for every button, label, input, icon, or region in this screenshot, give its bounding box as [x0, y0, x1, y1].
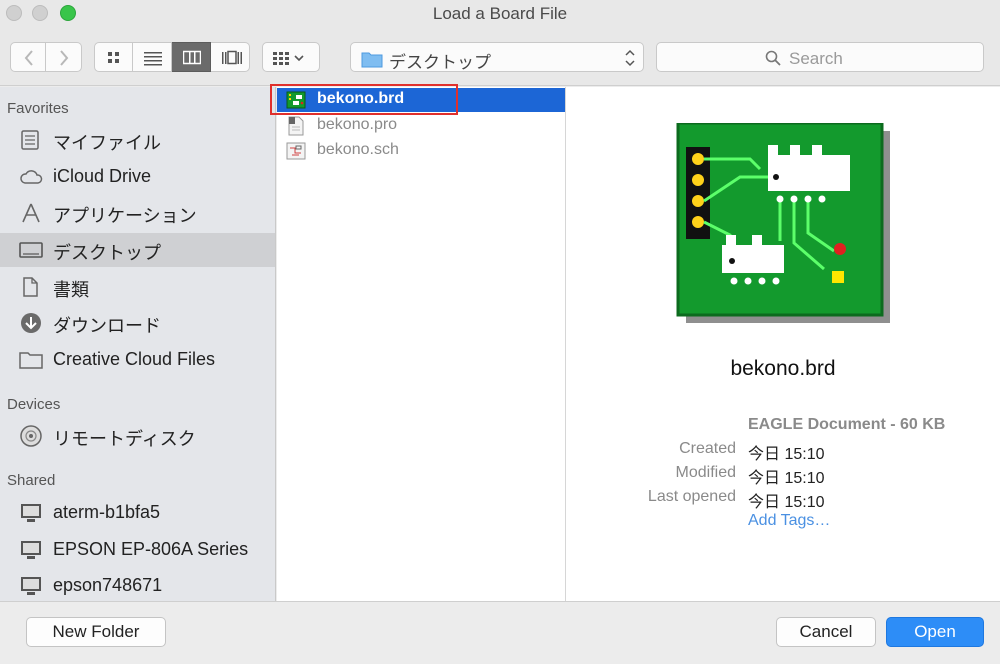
icon-view-button[interactable] [94, 42, 133, 72]
cloud-icon [20, 170, 43, 184]
sidebar-item-label: epson748671 [53, 575, 163, 595]
folder-icon [361, 52, 383, 68]
sidebar-item-label: リモートディスク [53, 429, 196, 449]
created-label: Created [679, 440, 736, 457]
downloads-icon [21, 313, 41, 333]
sidebar-item-epson-ep-806a[interactable]: EPSON EP-806A Series [0, 533, 275, 567]
open-file-dialog: Load a Board File デスクトップ Search Favorite… [0, 0, 1000, 664]
add-tags-link[interactable]: Add Tags… [748, 512, 830, 530]
applications-icon [22, 203, 40, 223]
file-name: bekono.sch [317, 141, 399, 158]
arrange-button[interactable] [262, 42, 320, 72]
sidebar-item-downloads[interactable]: ダウンロード [0, 306, 275, 340]
up-down-chevron-icon [625, 49, 635, 67]
cover-flow-view-button[interactable] [211, 42, 250, 72]
sidebar-item-creative-cloud-files[interactable]: Creative Cloud Files [0, 343, 275, 377]
open-button[interactable]: Open [886, 617, 984, 647]
file-name: bekono.brd [317, 90, 405, 107]
file-name: bekono.pro [317, 116, 398, 133]
title-bar: Load a Board File [0, 0, 1000, 30]
search-field[interactable]: Search [656, 42, 984, 72]
sidebar-item-label: EPSON EP-806A Series [53, 539, 249, 559]
view-mode-selector [94, 42, 250, 72]
board-file-icon [286, 91, 306, 109]
columns-icon [183, 50, 201, 65]
forward-button[interactable] [46, 42, 82, 72]
sidebar-item-label: aterm-b1bfa5 [53, 502, 161, 522]
last-opened-label: Last opened [647, 488, 736, 505]
sidebar-item-label: マイファイル [53, 133, 161, 153]
grid-icon [108, 52, 119, 63]
sidebar-item-label: 書類 [53, 280, 89, 300]
preview-file-name: bekono.brd [730, 357, 836, 380]
sidebar-item-epson748671[interactable]: epson748671 [0, 569, 275, 601]
my-files-icon [21, 130, 39, 150]
chevron-right-icon [60, 50, 69, 66]
sidebar-item-label: ダウンロード [53, 316, 161, 336]
created-value: 今日 15:10 [748, 446, 825, 463]
devices-heading: Devices [7, 396, 61, 413]
sidebar-item-icloud-drive[interactable]: iCloud Drive [0, 160, 275, 194]
search-icon [765, 50, 781, 66]
file-preview-pane: bekono.brd EAGLE Document - 60 KB Create… [566, 87, 1000, 601]
modified-label: Modified [675, 464, 736, 481]
back-button[interactable] [10, 42, 46, 72]
desktop-icon [19, 242, 43, 258]
board-file-preview-icon [676, 123, 890, 323]
file-row-bekono-pro[interactable]: bekono.pro [277, 114, 565, 138]
documents-icon [23, 277, 38, 297]
last-opened-value: 今日 15:10 [748, 494, 825, 511]
search-placeholder: Search [789, 49, 843, 68]
file-row-bekono-sch[interactable]: bekono.sch [277, 139, 565, 163]
schematic-file-icon [286, 142, 306, 160]
folder-icon [19, 352, 43, 369]
sidebar-item-label: iCloud Drive [53, 166, 152, 186]
window-title: Load a Board File [432, 4, 568, 23]
shared-heading: Shared [7, 472, 56, 489]
cover-flow-icon [222, 50, 242, 65]
project-file-icon [288, 116, 304, 136]
computer-icon [21, 504, 41, 522]
sidebar-item-aterm[interactable]: aterm-b1bfa5 [0, 496, 275, 530]
list-view-button[interactable] [133, 42, 172, 72]
location-popup[interactable]: デスクトップ [350, 42, 644, 72]
sidebar-item-label: デスクトップ [53, 243, 161, 263]
file-list-column: bekono.brd bekono.pro bekono.sch [277, 87, 566, 601]
sidebar-item-documents[interactable]: 書類 [0, 270, 275, 304]
location-label: デスクトップ [389, 53, 491, 72]
dialog-button-bar: New Folder Cancel Open [0, 601, 1000, 664]
preview-file-kind: EAGLE Document - 60 KB [748, 416, 946, 433]
sidebar-item-desktop[interactable]: デスクトップ [0, 233, 275, 267]
computer-icon [21, 577, 41, 595]
sidebar-item-label: アプリケーション [53, 206, 197, 226]
favorites-heading: Favorites [7, 100, 69, 117]
cancel-button[interactable]: Cancel [776, 617, 876, 647]
modified-value: 今日 15:10 [748, 470, 825, 487]
sidebar-item-remote-disc[interactable]: リモートディスク [0, 419, 275, 453]
sidebar-item-my-files[interactable]: マイファイル [0, 123, 275, 157]
chevron-left-icon [24, 50, 33, 66]
toolbar: デスクトップ Search [0, 30, 1000, 86]
sidebar-item-label: Creative Cloud Files [53, 349, 216, 369]
file-row-bekono-brd[interactable]: bekono.brd [277, 88, 565, 112]
computer-icon [21, 541, 41, 559]
remote-disc-icon [20, 425, 42, 447]
sidebar: Favorites マイファイル iCloud Drive アプリケーション デ… [0, 87, 276, 601]
arrange-grid-icon [273, 52, 304, 65]
list-icon [144, 52, 162, 66]
new-folder-button[interactable]: New Folder [26, 617, 166, 647]
sidebar-item-applications[interactable]: アプリケーション [0, 196, 275, 230]
column-view-button[interactable] [172, 42, 211, 72]
